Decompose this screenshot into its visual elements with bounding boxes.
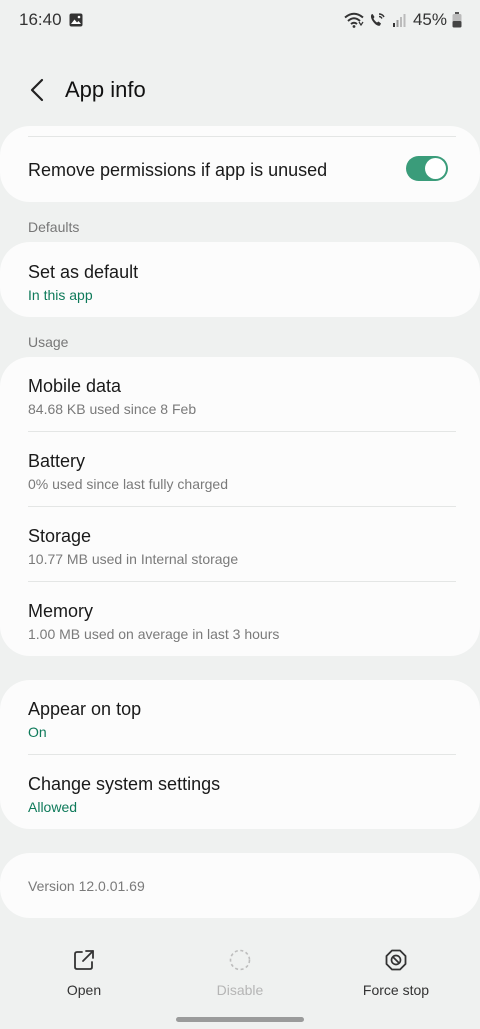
toggle-knob	[425, 158, 446, 179]
advanced-card: Appear on top On Change system settings …	[0, 680, 480, 829]
disable-icon	[229, 949, 251, 971]
divider	[28, 136, 456, 137]
version-text: Version 12.0.01.69	[28, 878, 145, 894]
set-as-default-row[interactable]: Set as default In this app	[28, 261, 456, 304]
remove-permissions-toggle[interactable]	[406, 156, 448, 181]
page-title: App info	[65, 77, 146, 102]
bottom-action-bar: Open Disable Force stop	[0, 940, 480, 1010]
appear-on-top-row[interactable]: Appear on top On	[28, 698, 456, 741]
app-header: App info	[0, 60, 480, 120]
set-as-default-title: Set as default	[28, 262, 139, 282]
chevron-left-icon	[30, 78, 44, 102]
remove-permissions-row[interactable]: Remove permissions if app is unused	[28, 159, 456, 181]
wifi-calling-icon	[370, 13, 385, 26]
battery-icon	[452, 12, 462, 28]
usage-item-mobile-data[interactable]: Mobile data 84.68 KB used since 8 Feb	[28, 375, 456, 418]
force-stop-icon	[385, 949, 407, 971]
usage-item-title: Battery	[28, 451, 86, 471]
change-system-settings-row[interactable]: Change system settings Allowed	[28, 773, 456, 816]
remove-permissions-label: Remove permissions if app is unused	[28, 160, 328, 180]
open-label: Open	[66, 982, 102, 998]
battery-percent: 45%	[412, 10, 447, 29]
usage-item-subtitle: 10.77 MB used in Internal storage	[28, 551, 239, 567]
divider	[28, 431, 456, 432]
gallery-icon	[69, 13, 83, 27]
set-as-default-subtitle: In this app	[28, 287, 93, 303]
usage-item-battery[interactable]: Battery 0% used since last fully charged	[28, 450, 456, 493]
usage-item-title: Storage	[28, 526, 92, 546]
usage-item-storage[interactable]: Storage 10.77 MB used in Internal storag…	[28, 525, 456, 568]
signal-icon	[392, 14, 406, 27]
usage-card: Mobile data 84.68 KB used since 8 Feb Ba…	[0, 357, 480, 656]
usage-item-subtitle: 84.68 KB used since 8 Feb	[28, 401, 197, 417]
appear-on-top-subtitle: On	[28, 724, 47, 740]
status-bar: 16:40 45%	[0, 0, 480, 40]
status-icons: 45%	[344, 9, 462, 31]
change-system-settings-title: Change system settings	[28, 774, 221, 794]
status-time: 16:40	[19, 10, 62, 29]
disable-button[interactable]: Disable	[180, 948, 300, 998]
usage-item-memory[interactable]: Memory 1.00 MB used on average in last 3…	[28, 600, 456, 643]
version-card: Version 12.0.01.69	[0, 853, 480, 918]
defaults-card: Set as default In this app	[0, 242, 480, 317]
section-label-usage: Usage	[28, 334, 69, 350]
back-button[interactable]	[22, 74, 52, 106]
permissions-card: Remove permissions if app is unused	[0, 126, 480, 202]
navigation-handle[interactable]	[176, 1017, 304, 1022]
usage-item-subtitle: 1.00 MB used on average in last 3 hours	[28, 626, 280, 642]
divider	[28, 754, 456, 755]
disable-label: Disable	[216, 982, 264, 998]
change-system-settings-subtitle: Allowed	[28, 799, 78, 815]
usage-item-subtitle: 0% used since last fully charged	[28, 476, 228, 492]
appear-on-top-title: Appear on top	[28, 699, 142, 719]
section-label-defaults: Defaults	[28, 219, 80, 235]
usage-item-title: Memory	[28, 601, 94, 621]
open-external-icon	[74, 950, 94, 970]
force-stop-button[interactable]: Force stop	[336, 948, 456, 998]
force-stop-label: Force stop	[362, 982, 430, 998]
usage-item-title: Mobile data	[28, 376, 122, 396]
open-button[interactable]: Open	[24, 948, 144, 998]
divider	[28, 506, 456, 507]
divider	[28, 581, 456, 582]
wifi-icon	[344, 12, 364, 28]
